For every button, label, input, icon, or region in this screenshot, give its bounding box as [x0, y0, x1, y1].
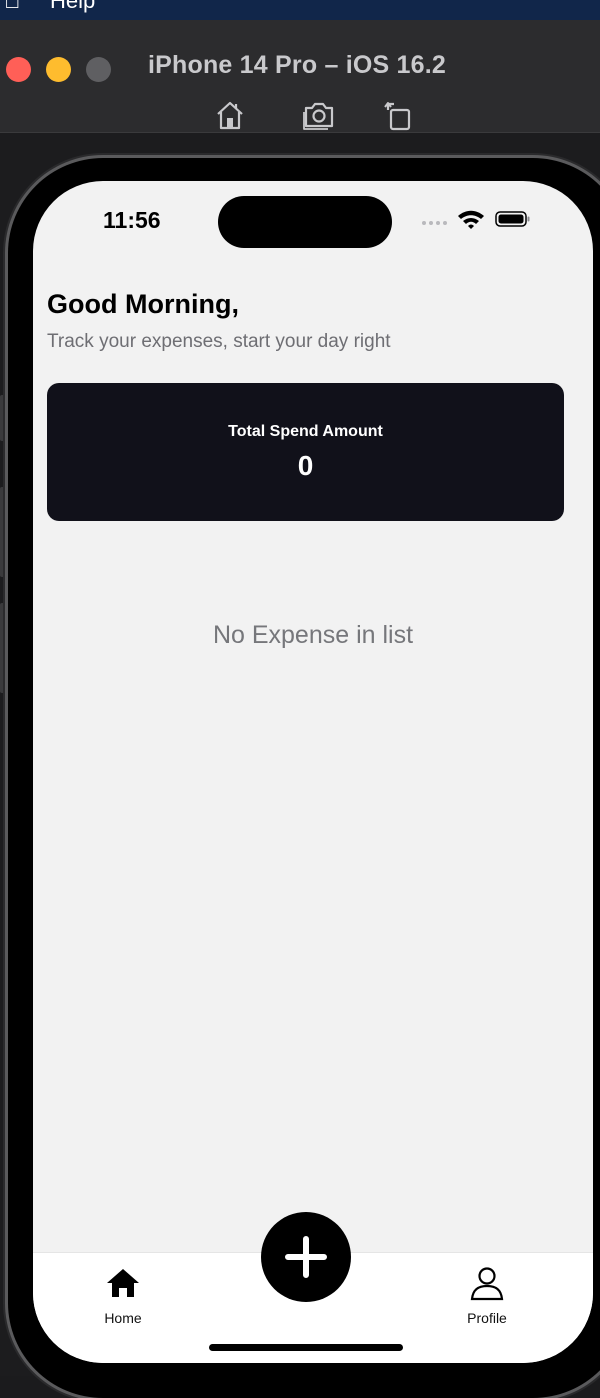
home-icon	[107, 1269, 139, 1297]
home-indicator[interactable]	[209, 1344, 403, 1351]
action-button	[0, 395, 6, 441]
total-spend-card: Total Spend Amount 0	[47, 383, 564, 521]
minimize-window-button[interactable]	[46, 57, 71, 82]
menu-item-help[interactable]: Help	[50, 0, 95, 14]
greeting-title: Good Morning,	[47, 289, 239, 319]
battery-icon	[495, 211, 530, 227]
plus-icon	[285, 1236, 327, 1278]
home-icon[interactable]	[213, 98, 247, 132]
zoom-window-button[interactable]	[86, 57, 111, 82]
empty-list-message: No Expense in list	[212, 621, 414, 649]
dynamic-island	[218, 196, 392, 248]
add-expense-button[interactable]	[261, 1212, 351, 1302]
phone-screen: 11:56 Good Morning, Track your expenses,…	[33, 181, 593, 1363]
tab-home[interactable]: Home	[78, 1263, 168, 1326]
tab-home-label: Home	[104, 1310, 142, 1326]
volume-down-button	[0, 603, 6, 693]
rotate-icon[interactable]	[382, 98, 416, 132]
total-spend-value: 0	[297, 450, 314, 481]
menu-bar:  Help	[0, 0, 600, 20]
status-icons	[421, 209, 531, 229]
tab-profile-label: Profile	[467, 1310, 507, 1326]
total-spend-label: Total Spend Amount	[228, 423, 383, 440]
tab-profile[interactable]: Profile	[442, 1263, 532, 1326]
user-icon	[470, 1267, 504, 1301]
greeting-subtitle: Track your expenses, start your day righ…	[47, 331, 391, 352]
close-window-button[interactable]	[6, 57, 31, 82]
menu-item-apple[interactable]: 	[4, 0, 21, 14]
window-title: iPhone 14 Pro – iOS 16.2	[148, 51, 446, 79]
wifi-icon	[458, 210, 484, 229]
signal-dots-icon	[422, 221, 447, 225]
screenshot-icon[interactable]	[302, 98, 336, 132]
volume-up-button	[0, 487, 6, 577]
simulator-title-bar: iPhone 14 Pro – iOS 16.2	[0, 20, 600, 133]
status-time: 11:56	[103, 207, 161, 233]
